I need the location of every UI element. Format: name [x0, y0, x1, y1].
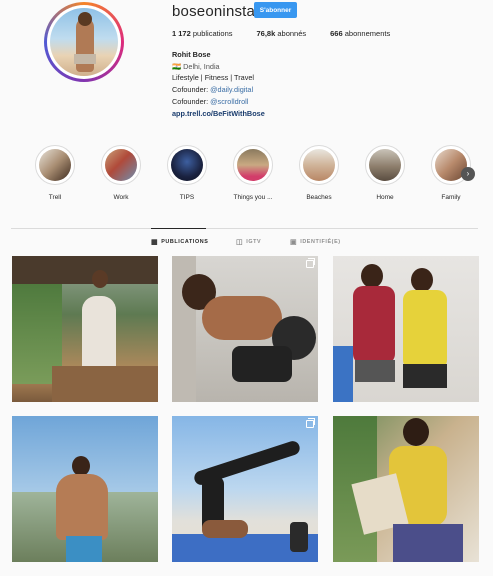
highlight-label: Home	[376, 194, 394, 201]
highlight-home[interactable]: Home	[357, 145, 413, 201]
tabs-divider	[11, 228, 478, 229]
tab-publications[interactable]: ▦ PUBLICATIONS	[151, 238, 208, 246]
profile-full-name: Rohit Bose	[172, 50, 211, 59]
followers-stat[interactable]: 76,8k abonnés	[256, 29, 306, 38]
active-tab-indicator	[151, 228, 206, 229]
carousel-icon	[306, 258, 315, 268]
highlights-next-arrow-icon[interactable]: ›	[461, 167, 475, 181]
highlight-label: Things you ...	[233, 194, 273, 201]
following-stat[interactable]: 666 abonnements	[330, 29, 390, 38]
mention-link-daily-digital[interactable]: @daily.digital	[210, 85, 253, 94]
post-thumbnail[interactable]	[172, 416, 318, 562]
grid-icon: ▦	[151, 239, 159, 246]
highlight-tips[interactable]: TIPS	[159, 145, 215, 201]
profile-website-link[interactable]: app.trell.co/BeFitWithBose	[172, 108, 265, 120]
post-thumbnail[interactable]	[333, 256, 479, 402]
tagged-icon: ▣	[290, 239, 298, 246]
highlight-label: TIPS	[179, 194, 195, 201]
post-thumbnail[interactable]	[12, 256, 158, 402]
highlight-things-you[interactable]: Things you ...	[225, 145, 281, 201]
profile-stats: 1 172 publications 76,8k abonnés 666 abo…	[172, 29, 390, 38]
igtv-icon: ◫	[236, 239, 244, 246]
profile-bio: Rohit Bose 🇮🇳 Delhi, India Lifestyle | F…	[172, 49, 265, 119]
highlight-trell[interactable]: Trell	[27, 145, 83, 201]
highlight-label: Trell	[48, 194, 62, 201]
tab-igtv[interactable]: ◫ IGTV	[236, 238, 261, 246]
posts-stat: 1 172 publications	[172, 29, 233, 38]
post-thumbnail[interactable]	[12, 416, 158, 562]
follow-button[interactable]: S'abonner	[254, 2, 297, 18]
highlight-label: Family	[441, 194, 461, 201]
profile-cofounder-2: Cofounder: @scrolldroll	[172, 96, 249, 106]
profile-avatar-ring[interactable]	[44, 2, 124, 82]
profile-bio-line: Lifestyle | Fitness | Travel	[172, 73, 255, 83]
post-thumbnail[interactable]	[333, 416, 479, 562]
highlight-label: Beaches	[306, 194, 332, 201]
mention-link-scrolldroll[interactable]: @scrolldroll	[210, 97, 248, 106]
profile-cofounder-1: Cofounder: @daily.digital	[172, 85, 254, 95]
tab-tagged[interactable]: ▣ IDENTIFIÉ(E)	[290, 238, 341, 246]
carousel-icon	[306, 418, 315, 428]
profile-avatar	[50, 8, 118, 76]
post-thumbnail[interactable]	[172, 256, 318, 402]
highlight-label: Work	[113, 194, 129, 201]
story-highlights: Trell Work TIPS Things you ... Beaches H…	[0, 145, 493, 205]
profile-avatar-frame	[47, 5, 121, 79]
highlight-beaches[interactable]: Beaches	[291, 145, 347, 201]
profile-location: 🇮🇳 Delhi, India	[172, 61, 220, 71]
highlight-work[interactable]: Work	[93, 145, 149, 201]
profile-username: boseoninsta	[172, 3, 256, 20]
